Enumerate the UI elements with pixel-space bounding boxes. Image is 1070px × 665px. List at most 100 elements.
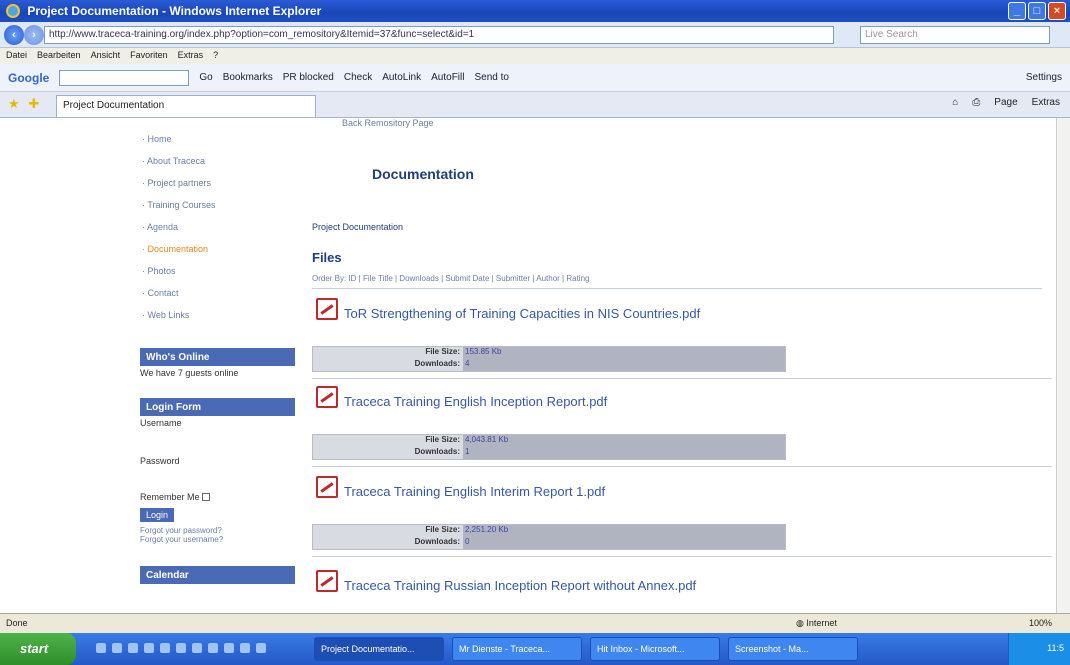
quick-launch-icon[interactable] [224,643,234,653]
autolink-button[interactable]: AutoLink [382,72,421,83]
calendar-module: Calendar [140,566,300,584]
zoom-level[interactable]: 100% [1029,618,1052,628]
minimize-button[interactable]: _ [1008,2,1026,20]
taskbar-item[interactable]: Hit Inbox - Microsoft... [590,637,720,661]
file-link[interactable]: Traceca Training English Inception Repor… [344,394,607,409]
menu-item-about[interactable]: · About Traceca [140,156,300,178]
close-button[interactable]: × [1048,2,1066,20]
quick-launch-icon[interactable] [112,643,122,653]
menu-help[interactable]: ? [213,50,218,62]
favorites-star-icon[interactable]: ★ [8,96,20,111]
quick-launch-icon[interactable] [128,643,138,653]
main-menu: · Home · About Traceca · Project partner… [140,118,300,332]
back-remository-link[interactable]: Back Remository Page [342,118,434,128]
file-link[interactable]: Traceca Training English Interim Report … [344,484,605,499]
maximize-button[interactable]: □ [1028,2,1046,20]
menu-favorites[interactable]: Favoriten [130,50,168,62]
ie-icon [6,4,20,18]
go-button[interactable]: Go [199,72,212,83]
pdf-icon[interactable] [316,298,338,320]
menu-item-home[interactable]: · Home [140,134,300,156]
downloads-value: 4 [463,359,785,371]
menu-edit[interactable]: Bearbeiten [37,50,81,62]
section-link[interactable]: Project Documentation [312,222,403,232]
file-link[interactable]: ToR Strengthening of Training Capacities… [344,306,700,321]
quick-launch-icon[interactable] [144,643,154,653]
order-by-links[interactable]: Order By: ID | File Title | Downloads | … [312,274,712,283]
menu-item-photos[interactable]: · Photos [140,266,300,288]
menu-item-partners[interactable]: · Project partners [140,178,300,200]
quick-launch-icon[interactable] [176,643,186,653]
file-meta-table: File Size: 4,043.81 Kb Downloads: 1 [312,434,786,460]
downloads-value: 1 [463,447,785,459]
popup-blocked-button[interactable]: PR blocked [283,72,334,83]
forgot-username-link[interactable]: Forgot your username? [140,535,300,544]
whos-online-text: We have 7 guests online [140,368,239,378]
tab-bar: ★ ✚ Project Documentation ⌂ ⎙ Page Extra… [0,92,1070,118]
bookmarks-button[interactable]: Bookmarks [223,72,273,83]
login-button[interactable]: Login [140,508,175,522]
password-field[interactable] [140,468,300,490]
back-arrow-icon[interactable]: ‹ [4,25,24,45]
files-heading: Files [312,250,342,265]
menu-file[interactable]: Datei [6,50,27,62]
menu-item-agenda[interactable]: · Agenda [140,222,300,244]
pdf-icon[interactable] [316,570,338,592]
google-search-input[interactable] [59,69,190,86]
username-label: Username [140,418,182,428]
menu-item-contact[interactable]: · Contact [140,288,300,310]
pdf-icon[interactable] [316,476,338,498]
forward-arrow-icon[interactable]: › [24,25,44,45]
vertical-scrollbar[interactable] [1056,118,1070,613]
remember-label: Remember Me [140,492,200,502]
login-module: Login Form Username Password Remember Me… [140,398,300,544]
remember-me: Remember Me [140,490,300,504]
username-field[interactable] [140,430,300,454]
check-button[interactable]: Check [344,72,372,83]
start-button[interactable]: start [0,633,76,665]
window-title: Project Documentation - Windows Internet… [27,4,322,18]
file-size-value: 4,043.81 Kb [463,435,785,447]
quick-launch-icon[interactable] [240,643,250,653]
autofill-button[interactable]: AutoFill [431,72,464,83]
settings-button[interactable]: Settings [1026,72,1062,83]
tab-title: Project Documentation [63,100,165,111]
forgot-password-link[interactable]: Forgot your password? [140,526,300,535]
menu-item-documentation[interactable]: · Documentation [140,244,300,266]
whos-online-title: Who's Online [140,348,295,366]
divider [312,378,1052,379]
pdf-icon[interactable] [316,386,338,408]
menu-item-weblinks[interactable]: · Web Links [140,310,300,332]
page-viewport: · Home · About Traceca · Project partner… [0,118,1070,613]
menu-view[interactable]: Ansicht [91,50,121,62]
send-to-button[interactable]: Send to [474,72,508,83]
url-input[interactable]: http://www.traceca-training.org/index.ph… [44,26,834,44]
divider [312,288,1042,289]
extras-menu[interactable]: Extras [1032,97,1060,108]
calendar-title: Calendar [140,566,295,584]
quick-launch-icon[interactable] [256,643,266,653]
menu-item-training[interactable]: · Training Courses [140,200,300,222]
downloads-label: Downloads: [414,447,460,456]
quick-launch-icon[interactable] [96,643,106,653]
quick-launch-icon[interactable] [192,643,202,653]
quick-launch-icon[interactable] [160,643,170,653]
taskbar-item[interactable]: Screenshot - Ma... [728,637,858,661]
file-size-label: File Size: [425,347,460,356]
taskbar: start Project Documentatio... Mr Dienste… [0,633,1070,665]
remember-checkbox[interactable] [202,493,211,501]
menu-tools[interactable]: Extras [178,50,204,62]
add-favorites-icon[interactable]: ✚ [28,96,39,111]
print-icon[interactable]: ⎙ [972,97,980,108]
file-link[interactable]: Traceca Training Russian Inception Repor… [344,578,696,593]
taskbar-item[interactable]: Mr Dienste - Traceca... [452,637,582,661]
page-menu[interactable]: Page [994,97,1017,108]
file-size-label: File Size: [425,525,460,534]
divider [312,556,1052,557]
home-icon[interactable]: ⌂ [952,97,958,108]
taskbar-item[interactable]: Project Documentatio... [314,637,444,661]
tab-project-documentation[interactable]: Project Documentation [56,95,316,117]
globe-icon: ◍ [796,618,804,628]
live-search-input[interactable]: Live Search [860,26,1050,44]
quick-launch-icon[interactable] [208,643,218,653]
